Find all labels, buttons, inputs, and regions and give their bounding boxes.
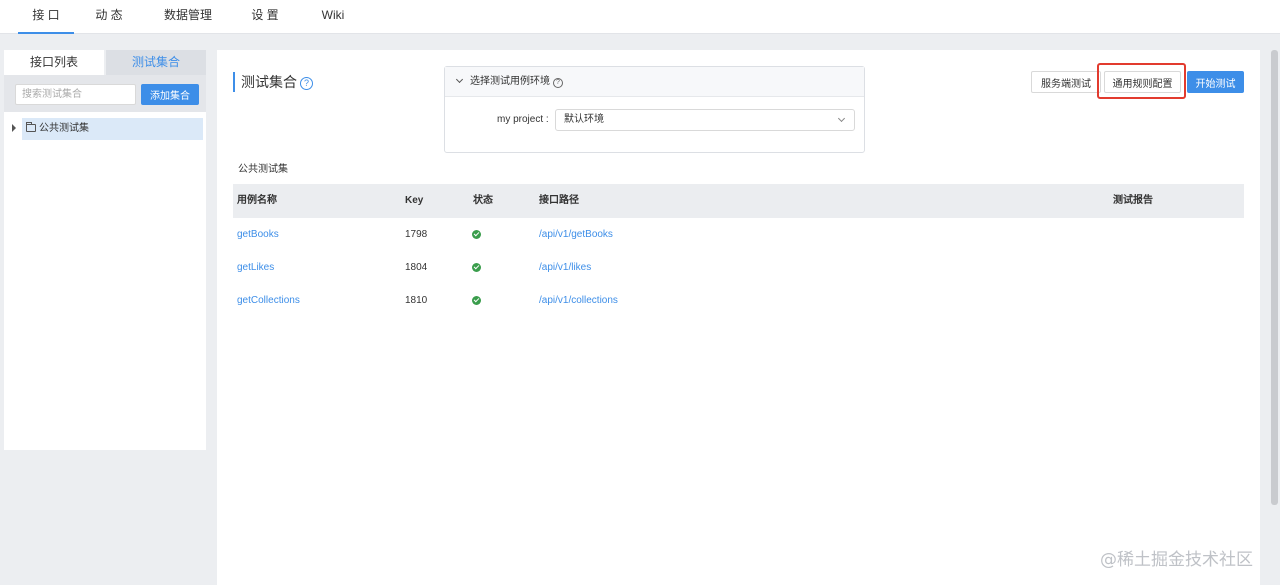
- column-header-report: 测试报告: [1113, 195, 1153, 206]
- table-header: 用例名称 Key 状态 接口路径 测试报告: [233, 184, 1244, 218]
- start-test-button[interactable]: 开始测试: [1187, 71, 1244, 93]
- nav-tab-activity[interactable]: 动 态: [88, 0, 130, 34]
- page-title-text: 测试集合: [241, 74, 297, 90]
- case-name-link[interactable]: getCollections: [237, 284, 300, 317]
- table-row: getLikes 1804 /api/v1/likes: [233, 251, 1244, 284]
- success-icon: [472, 230, 481, 239]
- folder-icon: [26, 122, 36, 132]
- success-icon: [472, 296, 481, 305]
- nav-tab-data-management[interactable]: 数据管理: [162, 0, 214, 34]
- annotation-highlight-box: [1097, 63, 1186, 99]
- watermark: @稀土掘金技术社区: [1100, 550, 1253, 570]
- env-panel-title: 选择测试用例环境: [470, 76, 550, 87]
- table-row: getBooks 1798 /api/v1/getBooks: [233, 218, 1244, 251]
- case-name-link[interactable]: getLikes: [237, 251, 274, 284]
- nav-tab-api[interactable]: 接 口: [18, 0, 74, 34]
- page-scrollbar[interactable]: [1271, 50, 1278, 505]
- nav-tab-wiki[interactable]: Wiki: [318, 0, 348, 34]
- case-name-link[interactable]: getBooks: [237, 218, 279, 251]
- column-header-key: Key: [405, 195, 424, 206]
- collection-search-input[interactable]: [15, 84, 136, 105]
- env-select-value: 默认环境: [564, 114, 604, 125]
- top-nav: 接 口 动 态 数据管理 设 置 Wiki: [0, 0, 1280, 34]
- sidebar-tabs: 接口列表 测试集合: [4, 50, 206, 75]
- env-selector-panel: 选择测试用例环境? my project : 默认环境: [444, 66, 865, 153]
- project-label: my project :: [497, 114, 549, 125]
- chevron-down-icon: [837, 114, 846, 123]
- success-icon: [472, 263, 481, 272]
- column-header-path: 接口路径: [539, 195, 579, 206]
- column-header-name: 用例名称: [237, 195, 277, 206]
- chevron-down-icon: [455, 75, 464, 84]
- api-path-link[interactable]: /api/v1/collections: [539, 284, 618, 317]
- column-header-status: 状态: [473, 195, 493, 206]
- help-icon[interactable]: ?: [300, 77, 313, 90]
- tab-api-list[interactable]: 接口列表: [4, 50, 104, 75]
- case-key: 1810: [405, 295, 428, 306]
- env-panel-header[interactable]: 选择测试用例环境?: [445, 67, 864, 97]
- sidebar: 接口列表 测试集合 添加集合 公共测试集: [4, 50, 206, 450]
- case-key: 1798: [405, 229, 428, 240]
- add-collection-button[interactable]: 添加集合: [141, 84, 199, 105]
- api-path-link[interactable]: /api/v1/likes: [539, 251, 591, 284]
- help-icon[interactable]: ?: [553, 78, 563, 88]
- case-key: 1804: [405, 262, 428, 273]
- tree-item-public-set[interactable]: 公共测试集: [22, 118, 203, 140]
- tab-test-collection[interactable]: 测试集合: [106, 50, 206, 75]
- test-case-table: 用例名称 Key 状态 接口路径 测试报告 getBooks 1798 /api…: [233, 184, 1244, 317]
- main-panel: 测试集合? 选择测试用例环境? my project : 默认环境 服务端测试 …: [217, 50, 1260, 585]
- server-test-button[interactable]: 服务端测试: [1031, 71, 1101, 93]
- caret-right-icon[interactable]: [12, 124, 16, 132]
- collection-name: 公共测试集: [238, 164, 288, 175]
- api-path-link[interactable]: /api/v1/getBooks: [539, 218, 613, 251]
- sidebar-search-row: 添加集合: [4, 75, 206, 112]
- table-row: getCollections 1810 /api/v1/collections: [233, 284, 1244, 317]
- env-select[interactable]: 默认环境: [555, 109, 855, 131]
- nav-tab-settings[interactable]: 设 置: [248, 0, 282, 34]
- page-title: 测试集合?: [233, 72, 313, 92]
- tree-item-label: 公共测试集: [39, 123, 89, 134]
